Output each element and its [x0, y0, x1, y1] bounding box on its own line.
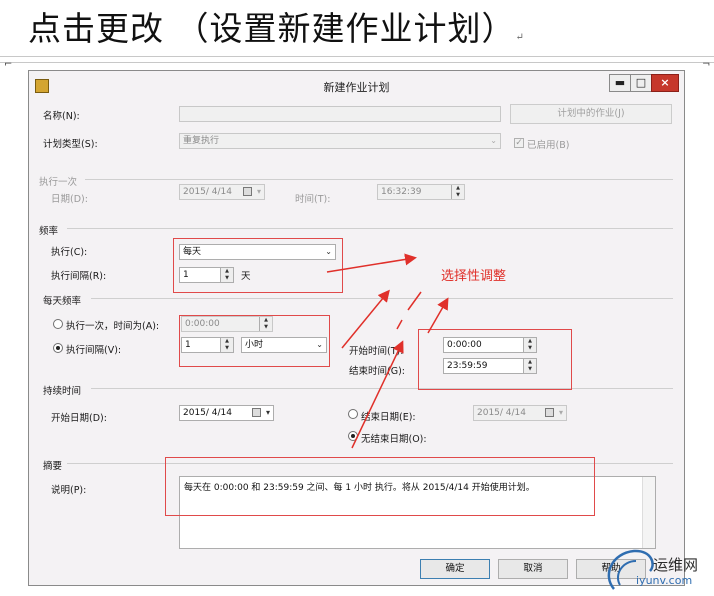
arrow-to-interval [341, 289, 390, 349]
watermark-en: iyunv.com [636, 574, 693, 587]
annotation-arrows [326, 253, 449, 449]
arrow-dash [407, 291, 422, 311]
arrow-dash-2 [396, 319, 403, 330]
watermark-cn: 运维网 [653, 556, 699, 574]
arrow-to-time [427, 297, 449, 334]
arrow-to-frequency [326, 253, 417, 273]
arrow-to-summary [351, 340, 404, 449]
